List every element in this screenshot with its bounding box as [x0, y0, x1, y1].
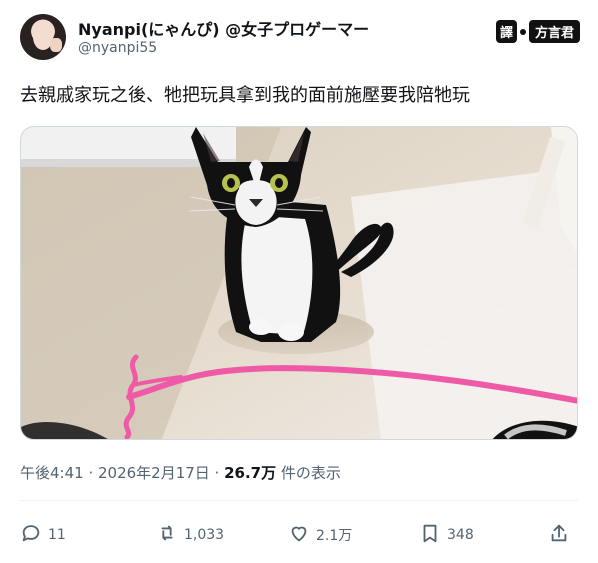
- repost-icon: [156, 522, 178, 548]
- repost-count: 1,033: [184, 527, 225, 543]
- bookmark-button[interactable]: 348: [419, 520, 474, 550]
- tweet-actions: 11 1,033 2.1万 348: [20, 520, 578, 552]
- author-handle[interactable]: @nyanpi55: [78, 40, 157, 56]
- bookmark-icon: [419, 522, 441, 548]
- like-count: 2.1万: [316, 528, 353, 544]
- repost-button[interactable]: 1,033: [156, 520, 224, 550]
- tweet-views-suffix: 件の表示: [276, 464, 341, 482]
- tweet-header: Nyanpi(にゃんぴ) @女子プロゲーマー @nyanpi55 譯 方言君: [20, 14, 580, 66]
- tweet-meta: 午後4:41 · 2026年2月17日 · 26.7万 件の表示: [20, 462, 341, 483]
- cat-photo: [21, 127, 577, 439]
- author-display-name[interactable]: Nyanpi(にゃんぴ) @女子プロゲーマー: [78, 16, 369, 40]
- avatar-hand: [50, 38, 62, 52]
- divider: [20, 500, 578, 501]
- badge-right: 方言君: [528, 20, 580, 43]
- bookmark-count: 348: [447, 527, 474, 543]
- share-button[interactable]: [548, 520, 570, 550]
- like-button[interactable]: 2.1万: [288, 520, 352, 550]
- like-icon: [288, 522, 310, 548]
- watermark-badge: 譯 方言君: [495, 20, 580, 43]
- tweet-views-count: 26.7万: [224, 464, 277, 482]
- badge-left: 譯: [495, 20, 517, 43]
- reply-count: 11: [48, 527, 66, 543]
- reply-icon: [20, 522, 42, 548]
- reply-button[interactable]: 11: [20, 520, 66, 550]
- tweet-timestamp[interactable]: 午後4:41 · 2026年2月17日 ·: [20, 464, 224, 482]
- share-icon: [548, 522, 570, 548]
- tweet-media-image[interactable]: [20, 126, 578, 440]
- badge-dot: [519, 28, 526, 35]
- avatar[interactable]: [20, 14, 66, 60]
- tweet-text: 去親戚家玩之後、牠把玩具拿到我的面前施壓要我陪牠玩: [20, 85, 470, 106]
